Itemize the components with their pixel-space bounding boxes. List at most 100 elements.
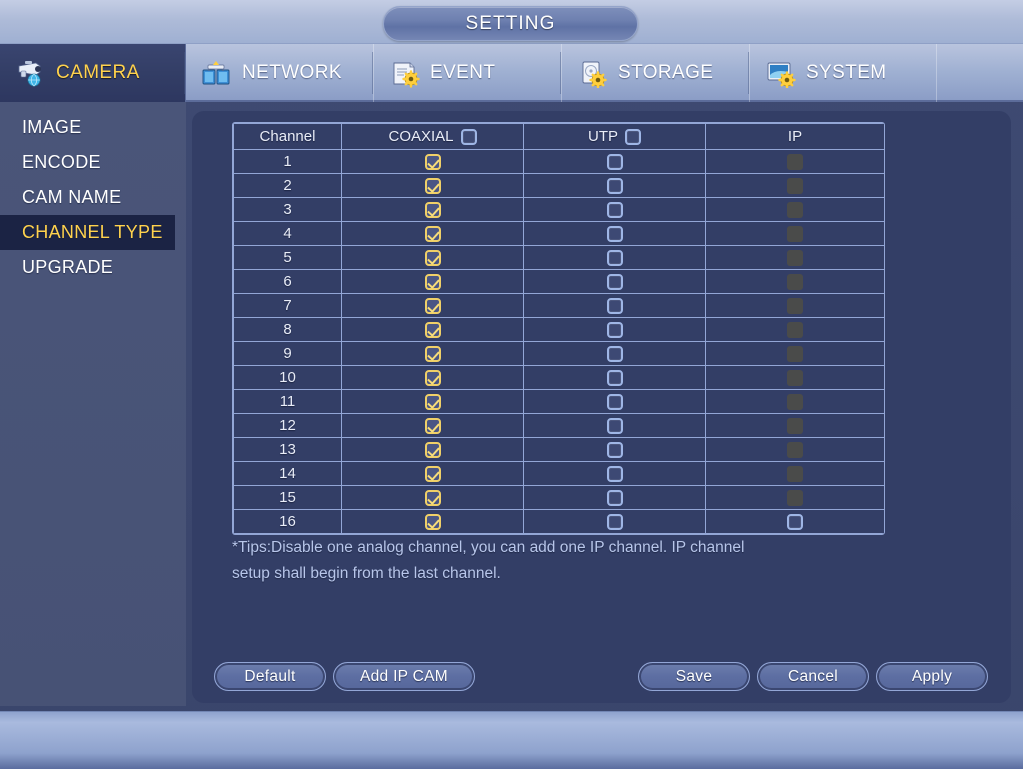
- coaxial-checkbox[interactable]: [424, 250, 441, 267]
- ip-checkbox: [787, 298, 803, 315]
- cell-utp: [523, 173, 706, 198]
- table-row: 13: [233, 437, 884, 462]
- coaxial-select-all-checkbox[interactable]: [460, 128, 477, 145]
- ip-checkbox: [787, 202, 803, 219]
- utp-checkbox[interactable]: [606, 394, 623, 411]
- ip-checkbox: [787, 418, 803, 435]
- ip-checkbox: [787, 394, 803, 411]
- cell-coaxial: [341, 149, 524, 174]
- cell-channel-number: 2: [233, 173, 342, 198]
- utp-select-all-checkbox[interactable]: [625, 128, 641, 145]
- footer-bar: [0, 711, 1023, 769]
- cell-utp: [523, 461, 706, 486]
- utp-checkbox[interactable]: [606, 370, 623, 387]
- cell-ip: [705, 317, 884, 342]
- cell-coaxial: [341, 389, 524, 414]
- coaxial-checkbox[interactable]: [424, 346, 441, 363]
- coaxial-checkbox[interactable]: [424, 154, 441, 171]
- cell-channel-number: 1: [233, 149, 342, 174]
- sidebar-item-channel-type[interactable]: CHANNEL TYPE: [0, 215, 175, 250]
- utp-checkbox[interactable]: [606, 202, 623, 219]
- title-bar: SETTING: [0, 0, 1023, 44]
- cell-channel-number: 13: [233, 437, 342, 462]
- coaxial-checkbox[interactable]: [424, 514, 441, 531]
- ip-checkbox: [787, 370, 803, 387]
- event-icon: [388, 58, 422, 88]
- table-row: 5: [233, 245, 884, 270]
- coaxial-checkbox[interactable]: [424, 394, 441, 411]
- ip-checkbox[interactable]: [787, 514, 803, 531]
- save-button[interactable]: Save: [638, 662, 750, 691]
- utp-checkbox[interactable]: [606, 466, 623, 483]
- column-label-ip: IP: [787, 128, 803, 145]
- utp-checkbox[interactable]: [606, 442, 623, 459]
- coaxial-checkbox[interactable]: [424, 466, 441, 483]
- cell-ip: [705, 509, 884, 534]
- tab-label-camera: CAMERA: [56, 62, 140, 83]
- cell-utp: [523, 245, 706, 270]
- tab-event[interactable]: EVENT: [372, 44, 562, 102]
- coaxial-checkbox[interactable]: [424, 178, 441, 195]
- utp-checkbox[interactable]: [606, 514, 623, 531]
- cell-ip: [705, 245, 884, 270]
- cell-channel-number: 8: [233, 317, 342, 342]
- coaxial-checkbox[interactable]: [424, 322, 441, 339]
- coaxial-checkbox[interactable]: [424, 442, 441, 459]
- utp-checkbox[interactable]: [606, 298, 623, 315]
- table-row: 2: [233, 173, 884, 198]
- tab-network[interactable]: NETWORK: [184, 44, 374, 102]
- default-button[interactable]: Default: [214, 662, 326, 691]
- cell-ip: [705, 341, 884, 366]
- cancel-button-label: Cancel: [787, 667, 839, 685]
- tab-label-system: SYSTEM: [806, 62, 887, 83]
- ip-checkbox: [787, 178, 803, 195]
- column-header-utp: UTP: [523, 123, 706, 150]
- utp-checkbox[interactable]: [606, 226, 623, 243]
- coaxial-checkbox[interactable]: [424, 490, 441, 507]
- tab-camera[interactable]: CAMERA: [0, 44, 186, 102]
- sidebar-item-label: ENCODE: [22, 152, 101, 172]
- tab-storage[interactable]: STORAGE: [560, 44, 750, 102]
- channel-type-table: Channel COAXIAL UTP IP 1 2 3 4 5 6 7 8 9…: [233, 123, 884, 534]
- sidebar-item-cam-name[interactable]: CAM NAME: [0, 180, 186, 215]
- apply-button-label: Apply: [911, 667, 953, 685]
- tab-system[interactable]: SYSTEM: [748, 44, 937, 102]
- coaxial-checkbox[interactable]: [424, 298, 441, 315]
- column-label-utp: UTP: [588, 128, 618, 145]
- cell-utp: [523, 413, 706, 438]
- table-header-row: Channel COAXIAL UTP IP: [233, 123, 884, 150]
- coaxial-checkbox[interactable]: [424, 370, 441, 387]
- column-header-coaxial: COAXIAL: [341, 123, 524, 150]
- cell-coaxial: [341, 293, 524, 318]
- utp-checkbox[interactable]: [606, 154, 623, 171]
- coaxial-checkbox[interactable]: [424, 274, 441, 291]
- utp-checkbox[interactable]: [606, 250, 623, 267]
- add-ip-cam-button[interactable]: Add IP CAM: [333, 662, 475, 691]
- coaxial-checkbox[interactable]: [424, 418, 441, 435]
- add-ip-cam-button-label: Add IP CAM: [359, 667, 448, 685]
- utp-checkbox[interactable]: [606, 490, 623, 507]
- column-header-ip: IP: [705, 123, 884, 150]
- cancel-button[interactable]: Cancel: [757, 662, 869, 691]
- ip-checkbox: [787, 226, 803, 243]
- utp-checkbox[interactable]: [606, 274, 623, 291]
- sidebar-item-encode[interactable]: ENCODE: [0, 145, 186, 180]
- sidebar-item-label: CHANNEL TYPE: [22, 222, 163, 242]
- utp-checkbox[interactable]: [606, 346, 623, 363]
- utp-checkbox[interactable]: [606, 178, 623, 195]
- utp-checkbox[interactable]: [606, 322, 623, 339]
- utp-checkbox[interactable]: [606, 418, 623, 435]
- cell-channel-number: 10: [233, 365, 342, 390]
- cell-coaxial: [341, 317, 524, 342]
- table-row: 15: [233, 485, 884, 510]
- cell-utp: [523, 437, 706, 462]
- cell-coaxial: [341, 413, 524, 438]
- sidebar-item-upgrade[interactable]: UPGRADE: [0, 250, 186, 285]
- sidebar-item-image[interactable]: IMAGE: [0, 110, 186, 145]
- cell-ip: [705, 293, 884, 318]
- tips-line-2: setup shall begin from the last channel.: [232, 565, 501, 582]
- coaxial-checkbox[interactable]: [424, 202, 441, 219]
- apply-button[interactable]: Apply: [876, 662, 988, 691]
- column-label-coaxial: COAXIAL: [388, 128, 454, 145]
- coaxial-checkbox[interactable]: [424, 226, 441, 243]
